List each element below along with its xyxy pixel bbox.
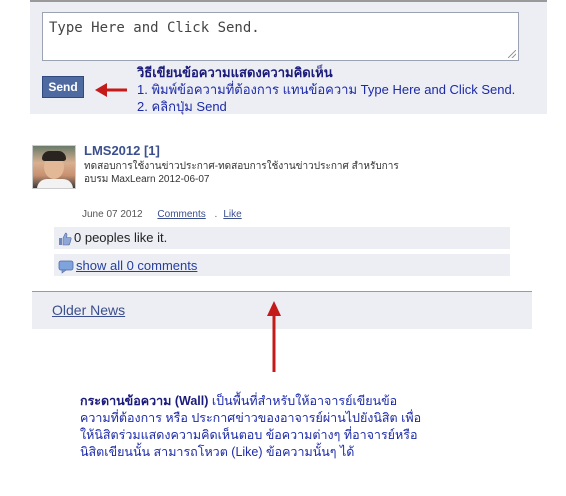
likes-count-text: 0 peoples like it. <box>74 230 168 245</box>
meta-separator: . <box>214 209 218 220</box>
top-divider <box>30 0 547 2</box>
instructions: วิธีเขียนข้อความแสดงความคิดเห็น 1. พิมพ์… <box>137 65 515 115</box>
post-body: ทดสอบการใช้งานข่าวประกาศ-ทดสอบการใช้งานข… <box>84 160 514 186</box>
instructions-step-2: 2. คลิกปุ่ม Send <box>137 99 227 114</box>
message-textarea[interactable]: Type Here and Click Send. <box>42 12 519 61</box>
comment-bubble-icon <box>58 260 74 274</box>
comments-link[interactable]: Comments <box>157 209 205 220</box>
show-comments-link[interactable]: show all 0 comments <box>76 258 197 273</box>
pointer-arrow-icon <box>95 83 127 97</box>
instructions-step-1: 1. พิมพ์ข้อความที่ต้องการ แทนข้อความ Typ… <box>137 82 516 97</box>
post-author[interactable]: LMS2012 [1] <box>84 143 160 158</box>
resize-grip-icon[interactable] <box>508 50 516 58</box>
instructions-title: วิธีเขียนข้อความแสดงความคิดเห็น <box>137 65 333 80</box>
wall-annotation-title: กระดานข้อความ (Wall) <box>80 394 209 408</box>
wall-annotation-line-3: ให้นิสิตร่วมแสดงความคิดเห็นตอบ ข้อความต่… <box>80 428 418 442</box>
post-body-line-1: ทดสอบการใช้งานข่าวประกาศ-ทดสอบการใช้งานข… <box>84 161 399 172</box>
send-button[interactable]: Send <box>42 76 84 98</box>
avatar <box>32 145 76 189</box>
like-link[interactable]: Like <box>223 209 241 220</box>
wall-annotation-line-1: เป็นพื้นที่สำหรับให้อาจารย์เขียนข้อ <box>208 394 398 408</box>
wall-annotation-line-4: นิสิตเขียนนั้น สามารถโหวต (Like) ข้อความ… <box>80 445 355 459</box>
likes-bar: 0 peoples like it. <box>54 227 510 249</box>
message-text: Type Here and Click Send. <box>49 20 260 36</box>
post-body-line-2: อบรม MaxLearn 2012-06-07 <box>84 174 210 185</box>
older-news-link[interactable]: Older News <box>52 302 125 318</box>
wall-annotation-line-2: ความที่ต้องการ หรือ ประกาศข่าวของอาจารย์… <box>80 411 422 425</box>
post-date: June 07 2012 <box>82 209 143 220</box>
thumbs-up-icon <box>59 232 72 245</box>
long-pointer-arrow-icon <box>267 301 281 372</box>
post-meta: June 07 2012 Comments . Like <box>82 209 242 220</box>
comments-bar: show all 0 comments <box>54 254 510 276</box>
wall-annotation: กระดานข้อความ (Wall) เป็นพื้นที่สำหรับให… <box>80 393 480 461</box>
